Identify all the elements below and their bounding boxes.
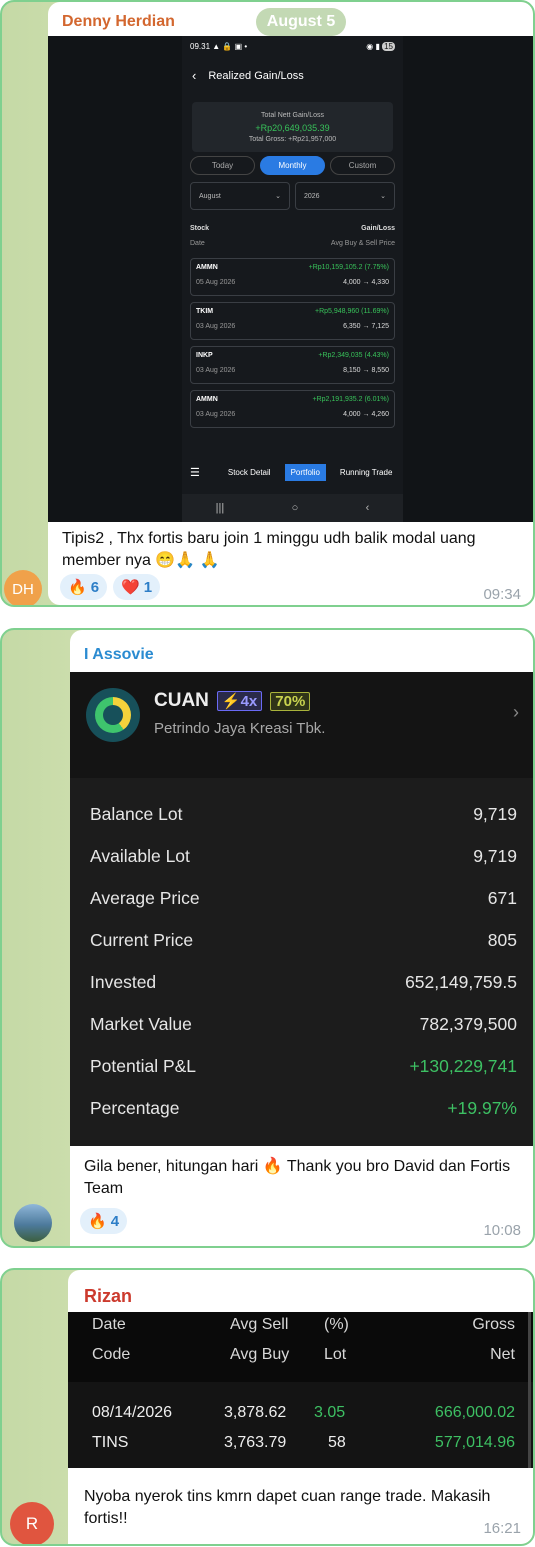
cell-avg-buy: 3,763.79: [224, 1434, 287, 1451]
nav-running-trade: Running Trade: [339, 467, 393, 477]
message-text: Nyoba nyerok tins kmrn dapet cuan range …: [84, 1488, 491, 1527]
message-time: 16:21: [483, 1520, 521, 1537]
stat-row: Available Lot 9,719: [90, 846, 517, 866]
cell-date: 08/14/2026: [92, 1404, 173, 1421]
date-chip: August 5: [256, 8, 346, 36]
recent-apps-icon: |||: [215, 502, 225, 514]
home-icon: ○: [291, 502, 299, 514]
stat-row: Average Price 671: [90, 888, 517, 908]
message-text: Gila bener, hitungan hari 🔥 Thank you br…: [84, 1158, 511, 1197]
bottom-nav: ☰ Stock Detail Portfolio Running Trade: [182, 461, 403, 483]
message-time: 09:34: [483, 586, 521, 603]
list-item: INKP +Rp2,349,035 (4.43%) 03 Aug 2026 8,15…: [190, 346, 395, 384]
header-date: Date: [92, 1316, 126, 1333]
battery-icon: ◉ ▮ 15: [366, 42, 395, 51]
stat-row: Potential P&L +130,229,741: [90, 1056, 517, 1076]
avatar[interactable]: [14, 1204, 52, 1242]
company-name: Petrindo Jaya Kreasi Tbk.: [154, 720, 326, 737]
message-card-3: Rizan Date Avg Sell (%) Gross Code Avg B…: [0, 1268, 535, 1546]
header-avg-sell: Avg Sell: [230, 1316, 289, 1333]
cell-avg-sell: 3,878.62: [224, 1404, 287, 1421]
message-text: Tipis2 , Thx fortis baru join 1 minggu u…: [62, 530, 476, 569]
stat-row: Percentage +19.97%: [90, 1098, 517, 1118]
list-header: Stock Gain/Loss: [190, 225, 395, 232]
message-card-1: Denny Herdian August 5 09.31 ▲ 🔒 ▣ • ◉ ▮…: [0, 0, 535, 607]
ticker-code: CUAN ⚡4x 70%: [154, 690, 311, 712]
message-card-2: I Assovie CUAN ⚡4x 70% Petrindo Jaya Kre…: [0, 628, 535, 1248]
stat-row: Balance Lot 9,719: [90, 804, 517, 824]
stat-row: Market Value 782,379,500: [90, 1014, 517, 1034]
leverage-badge: ⚡4x: [216, 691, 263, 711]
sender-name[interactable]: Rizan: [84, 1286, 132, 1307]
reaction-heart[interactable]: ❤️ 1: [113, 574, 161, 600]
stat-row: Invested 652,149,759.5: [90, 972, 517, 992]
nav-stock-detail: Stock Detail: [227, 467, 271, 477]
list-item: TKIM +Rp5,948,960 (11.69%) 03 Aug 2026 6,3…: [190, 302, 395, 340]
cell-code: TINS: [92, 1434, 129, 1451]
cell-lot: 58: [328, 1434, 346, 1451]
header-pct: (%): [324, 1316, 349, 1333]
screenshot-image[interactable]: 09.31 ▲ 🔒 ▣ • ◉ ▮ 15 ‹ Realized Gain/Los…: [48, 36, 533, 522]
list-item: AMMN +Rp2,191,935.2 (6.01%) 03 Aug 2026 4,…: [190, 390, 395, 428]
status-bar: 09.31 ▲ 🔒 ▣ • ◉ ▮ 15: [190, 42, 395, 51]
percent-badge: 70%: [270, 691, 311, 711]
menu-icon: ☰: [190, 466, 200, 479]
sender-name[interactable]: I Assovie: [84, 646, 154, 664]
period-tabs: Today Monthly Custom: [190, 156, 395, 175]
list-subheader: Date Avg Buy & Sell Price: [190, 240, 395, 247]
ticker-header: CUAN ⚡4x 70% Petrindo Jaya Kreasi Tbk. ›: [70, 672, 533, 778]
back-icon: ‹: [365, 502, 370, 514]
reactions: 🔥 4: [80, 1208, 128, 1234]
year-select: 2026 ⌄: [295, 182, 395, 210]
header-code: Code: [92, 1346, 131, 1363]
month-select: August ⌄: [190, 182, 290, 210]
company-logo-icon: [86, 688, 140, 742]
phone-screen: 09.31 ▲ 🔒 ▣ • ◉ ▮ 15 ‹ Realized Gain/Los…: [182, 36, 403, 522]
total-summary: Total Nett Gain/Loss +Rp20,649,035.39 To…: [192, 102, 393, 152]
reaction-fire[interactable]: 🔥 6: [60, 574, 108, 600]
chevron-down-icon: ⌄: [380, 193, 386, 200]
nav-portfolio: Portfolio: [284, 463, 326, 481]
header-lot: Lot: [324, 1346, 347, 1363]
list-item: AMMN +Rp10,159,105.2 (7.75%) 05 Aug 2026 4…: [190, 258, 395, 296]
cell-net: 577,014.96: [434, 1434, 515, 1451]
screenshot-image[interactable]: Date Avg Sell (%) Gross Code Avg Buy Lot…: [68, 1312, 533, 1468]
reaction-fire[interactable]: 🔥 4: [80, 1208, 128, 1234]
chevron-right-icon: ›: [513, 702, 519, 722]
tab-today: Today: [190, 156, 255, 175]
chevron-down-icon: ⌄: [275, 193, 281, 200]
screen-title: ‹ Realized Gain/Loss: [192, 68, 304, 83]
scrollbar[interactable]: [528, 1312, 531, 1468]
system-nav-bar: ||| ○ ‹: [182, 494, 403, 522]
table-body: [68, 1382, 533, 1468]
reactions: 🔥 6 ❤️ 1: [60, 574, 161, 600]
avatar[interactable]: R: [10, 1502, 54, 1544]
header-gross: Gross: [472, 1316, 515, 1333]
header-avg-buy: Avg Buy: [230, 1346, 290, 1363]
screenshot-image[interactable]: CUAN ⚡4x 70% Petrindo Jaya Kreasi Tbk. ›…: [70, 672, 533, 1146]
back-arrow-icon: ‹: [192, 68, 197, 83]
stat-row: Current Price 805: [90, 930, 517, 950]
sender-name[interactable]: Denny Herdian: [62, 13, 175, 31]
period-selectors: August ⌄ 2026 ⌄: [190, 182, 395, 210]
cell-pct: 3.05: [314, 1404, 346, 1421]
avatar[interactable]: DH: [4, 570, 42, 605]
message-time: 10:08: [483, 1222, 521, 1239]
header-net: Net: [490, 1346, 515, 1363]
cell-gross: 666,000.02: [434, 1404, 515, 1421]
tab-monthly: Monthly: [260, 156, 325, 175]
tab-custom: Custom: [330, 156, 395, 175]
